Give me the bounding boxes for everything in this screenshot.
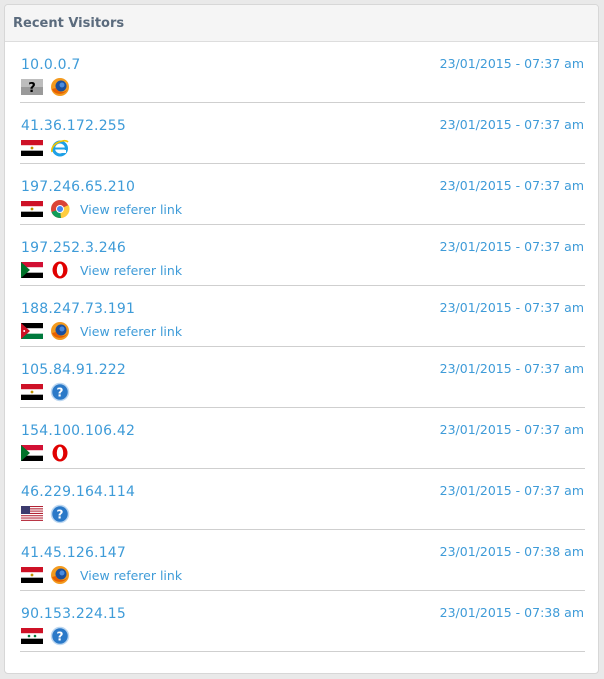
visitor-icons: View referer link	[21, 199, 182, 219]
visitor-row: 197.252.3.246 23/01/2015 - 07:37 am View r…	[20, 225, 585, 286]
visitor-ip-link[interactable]: 197.252.3.246	[21, 240, 126, 256]
visitor-ip-link[interactable]: 46.229.164.114	[21, 484, 135, 500]
usa-flag-icon	[21, 506, 43, 523]
internet-explorer-icon	[50, 138, 70, 158]
svg-text:?: ?	[28, 81, 36, 95]
svg-text:?: ?	[57, 385, 64, 399]
recent-visitors-panel: Recent Visitors 10.0.0.7 23/01/2015 - 07:…	[4, 4, 599, 674]
visitor-row: 154.100.106.42 23/01/2015 - 07:37 am	[20, 408, 585, 469]
visitor-ip-link[interactable]: 41.45.126.147	[21, 545, 126, 561]
sudan-flag-icon	[21, 445, 43, 461]
firefox-icon	[50, 321, 70, 341]
visitor-icons	[21, 138, 80, 158]
visit-timestamp: 23/01/2015 - 07:37 am	[439, 239, 584, 254]
visitor-row: 197.246.65.210 23/01/2015 - 07:37 am View …	[20, 164, 585, 225]
visitor-list: 10.0.0.7 23/01/2015 - 07:37 am? 41.36.172.…	[5, 42, 598, 652]
unknown-browser-icon: ?	[50, 504, 70, 524]
visitor-row: 105.84.91.222 23/01/2015 - 07:37 am?	[20, 347, 585, 408]
opera-icon	[50, 443, 70, 463]
visit-timestamp: 23/01/2015 - 07:37 am	[439, 483, 584, 498]
firefox-icon	[50, 565, 70, 585]
svg-text:?: ?	[57, 629, 64, 643]
view-referer-link[interactable]: View referer link	[80, 324, 182, 339]
egypt-flag-icon	[21, 140, 43, 156]
unknown-browser-icon: ?	[50, 626, 70, 646]
visitor-row: 41.45.126.147 23/01/2015 - 07:38 am View r…	[20, 530, 585, 591]
visitor-icons	[21, 443, 80, 463]
visitor-icons: View referer link	[21, 565, 182, 585]
visit-timestamp: 23/01/2015 - 07:37 am	[439, 56, 584, 71]
visit-timestamp: 23/01/2015 - 07:37 am	[439, 422, 584, 437]
unknown-browser-icon: ?	[50, 382, 70, 402]
syria-flag-icon	[21, 628, 43, 644]
unknown-flag-icon: ?	[21, 79, 43, 96]
egypt-flag-icon	[21, 567, 43, 583]
sudan-flag-icon	[21, 262, 43, 278]
panel-header: Recent Visitors	[5, 5, 598, 42]
panel-title: Recent Visitors	[13, 15, 125, 31]
visitor-ip-link[interactable]: 10.0.0.7	[21, 57, 81, 73]
visitor-row: 188.247.73.191 23/01/2015 - 07:37 am View …	[20, 286, 585, 347]
jordan-flag-icon	[21, 323, 43, 339]
opera-icon	[50, 260, 70, 280]
visitor-icons: View referer link	[21, 260, 182, 280]
visit-timestamp: 23/01/2015 - 07:37 am	[439, 117, 584, 132]
visitor-icons: ?	[21, 626, 80, 646]
visitor-row: 90.153.224.15 23/01/2015 - 07:38 am?	[20, 591, 585, 652]
visit-timestamp: 23/01/2015 - 07:37 am	[439, 300, 584, 315]
visitor-icons: ?	[21, 382, 80, 402]
visitor-ip-link[interactable]: 154.100.106.42	[21, 423, 135, 439]
visit-timestamp: 23/01/2015 - 07:37 am	[439, 178, 584, 193]
visitor-icons: View referer link	[21, 321, 182, 341]
visitor-row: 41.36.172.255 23/01/2015 - 07:37 am	[20, 103, 585, 164]
egypt-flag-icon	[21, 201, 43, 217]
visitor-ip-link[interactable]: 197.246.65.210	[21, 179, 135, 195]
visit-timestamp: 23/01/2015 - 07:38 am	[439, 544, 584, 559]
visitor-ip-link[interactable]: 41.36.172.255	[21, 118, 126, 134]
view-referer-link[interactable]: View referer link	[80, 202, 182, 217]
visitor-row: 10.0.0.7 23/01/2015 - 07:37 am?	[20, 42, 585, 103]
visitor-row: 46.229.164.114 23/01/2015 - 07:37 am?	[20, 469, 585, 530]
visitor-ip-link[interactable]: 90.153.224.15	[21, 606, 126, 622]
chrome-icon	[50, 199, 70, 219]
visitor-ip-link[interactable]: 105.84.91.222	[21, 362, 126, 378]
visit-timestamp: 23/01/2015 - 07:37 am	[439, 361, 584, 376]
visitor-ip-link[interactable]: 188.247.73.191	[21, 301, 135, 317]
firefox-icon	[50, 77, 70, 97]
visitor-icons: ?	[21, 504, 80, 524]
view-referer-link[interactable]: View referer link	[80, 568, 182, 583]
visit-timestamp: 23/01/2015 - 07:38 am	[439, 605, 584, 620]
egypt-flag-icon	[21, 384, 43, 400]
visitor-icons: ?	[21, 77, 80, 97]
view-referer-link[interactable]: View referer link	[80, 263, 182, 278]
svg-text:?: ?	[57, 507, 64, 521]
